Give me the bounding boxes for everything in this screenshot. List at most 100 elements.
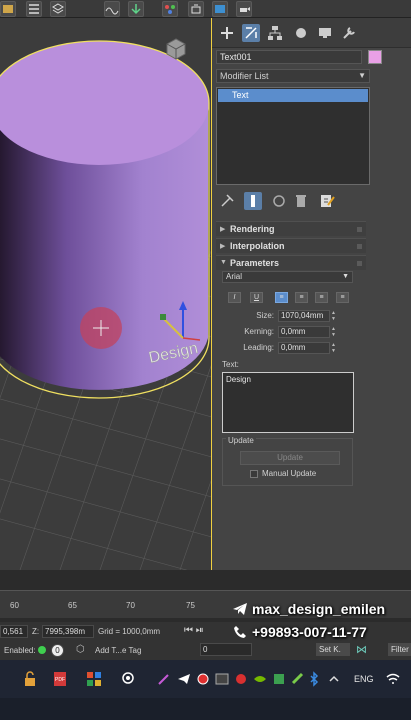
size-spinner[interactable]: 1070,04mm <box>278 310 330 322</box>
telegram-handle-overlay: max_design_emilen <box>232 601 411 617</box>
render-icon[interactable] <box>236 1 252 17</box>
render-setup-icon[interactable] <box>188 1 204 17</box>
status-bar: Enabled: 0 ⬡ Add T...e Tag 0 Set K. ⋈ Fi… <box>0 640 411 660</box>
viewport-scene[interactable]: Design <box>0 18 212 570</box>
language-indicator[interactable]: ENG <box>354 674 374 684</box>
list-icon[interactable] <box>26 1 42 17</box>
show-hidden-icon[interactable] <box>326 671 342 687</box>
rollout-interpolation-title: Interpolation <box>230 241 285 251</box>
remove-modifier-icon[interactable] <box>292 192 310 210</box>
wifi-icon[interactable] <box>385 671 401 687</box>
curve-editor-icon[interactable] <box>104 1 120 17</box>
enabled-count: 0 <box>51 644 64 657</box>
make-unique-icon[interactable] <box>270 192 288 210</box>
material-editor-icon[interactable] <box>162 1 178 17</box>
main-toolbar <box>0 0 411 18</box>
update-button[interactable]: Update <box>240 451 340 465</box>
justify-icon[interactable]: ≡ <box>336 292 349 303</box>
z-label: Z: <box>32 627 40 636</box>
spinner-arrows-icon[interactable]: ▲ ▼ <box>331 326 337 338</box>
timeline-tick: 60 <box>10 601 19 610</box>
spinner-arrows-icon[interactable]: ▲ ▼ <box>331 310 337 322</box>
rollout-parameters-title: Parameters <box>230 258 280 268</box>
x-coordinate-field[interactable]: 0,561 <box>0 625 28 638</box>
key-filter-icon[interactable]: ⋈ <box>356 643 367 656</box>
rollout-rendering[interactable]: ▶ Rendering <box>216 221 366 236</box>
manual-update-checkbox[interactable] <box>250 470 258 478</box>
hierarchy-tab-icon[interactable] <box>266 24 284 42</box>
object-name-field[interactable]: Text001 <box>216 50 362 64</box>
kerning-label: Kerning: <box>244 327 274 336</box>
text-input[interactable]: Design <box>222 372 354 433</box>
pen-icon[interactable] <box>156 671 172 687</box>
underline-button[interactable]: U <box>250 292 263 303</box>
add-time-tag[interactable]: Add T...e Tag <box>95 646 141 655</box>
perspective-viewport[interactable]: Design <box>0 18 212 570</box>
layers-icon[interactable] <box>50 1 66 17</box>
display-tab-icon[interactable] <box>316 24 334 42</box>
rollout-dot <box>357 244 362 249</box>
handle-text: max_design_emilen <box>252 601 386 617</box>
schematic-icon[interactable] <box>128 1 144 17</box>
utilities-tab-icon[interactable] <box>340 24 358 42</box>
bluetooth-icon[interactable] <box>306 671 322 687</box>
leading-spinner[interactable]: 0,0mm <box>278 342 330 354</box>
lock-icon[interactable] <box>22 671 38 687</box>
font-dropdown[interactable]: Arial ▼ <box>222 271 353 283</box>
rollout-dot <box>357 261 362 266</box>
modifier-stack[interactable]: Text <box>216 87 370 185</box>
key-filters-button[interactable]: Filter <box>388 643 411 656</box>
chevron-down-icon: ▼ <box>342 273 349 280</box>
kerning-spinner[interactable]: 0,0mm <box>278 326 330 338</box>
timeline-tick: 65 <box>68 601 77 610</box>
rollout-parameters[interactable]: ▼ Parameters <box>216 255 366 270</box>
playback-controls-icon[interactable]: ⏮ ⏯ <box>184 625 204 636</box>
modify-tab-icon[interactable] <box>242 24 260 42</box>
size-label: Size: <box>256 311 274 320</box>
z-coordinate-field[interactable]: 7995,398m <box>42 625 94 638</box>
pdf-reader-icon[interactable]: PDF <box>52 671 68 687</box>
modifier-list-dropdown[interactable]: Modifier List ▼ <box>216 69 370 83</box>
expand-arrow-icon: ▶ <box>220 226 226 233</box>
webcam-icon[interactable] <box>120 671 136 687</box>
chevron-down-icon: ▼ <box>358 71 366 80</box>
align-center-icon[interactable]: ≡ <box>295 292 308 303</box>
rollout-dot <box>357 227 362 232</box>
utility-icon[interactable] <box>290 671 306 687</box>
creative-cloud-icon[interactable] <box>233 671 249 687</box>
grid-size-label: Grid = 1000,0mm <box>98 627 161 636</box>
leading-label: Leading: <box>243 343 274 352</box>
update-group-label: Update <box>226 436 256 445</box>
spinner-arrows-icon[interactable]: ▲ ▼ <box>331 342 337 354</box>
align-right-icon[interactable]: ≡ <box>315 292 328 303</box>
current-frame-field[interactable]: 0 <box>200 643 252 656</box>
phone-text: +99893-007-11-77 <box>252 624 367 640</box>
configure-sets-icon[interactable] <box>318 192 336 210</box>
enabled-indicator-icon <box>38 646 46 654</box>
cc-icon[interactable] <box>214 671 230 687</box>
motion-tab-icon[interactable] <box>292 24 310 42</box>
show-end-result-icon[interactable] <box>244 192 262 210</box>
windows-taskbar: PDF ENG <box>0 660 411 698</box>
stack-tools <box>212 190 411 212</box>
align-left-icon[interactable]: ≡ <box>275 292 288 303</box>
create-tab-icon[interactable] <box>218 24 236 42</box>
command-panel-tabs <box>212 18 411 48</box>
telegram-icon[interactable] <box>176 671 192 687</box>
set-key-button[interactable]: Set K. <box>316 643 350 656</box>
object-color-swatch[interactable] <box>368 50 382 64</box>
expand-arrow-icon: ▶ <box>220 243 226 250</box>
toolbar-app-icon[interactable] <box>0 1 16 17</box>
stack-item-text[interactable]: Text <box>218 89 368 102</box>
tag-icon: ⬡ <box>76 644 85 655</box>
rollout-interpolation[interactable]: ▶ Interpolation <box>216 238 366 253</box>
record-icon[interactable] <box>195 671 211 687</box>
phone-overlay: +99893-007-11-77 <box>232 624 411 640</box>
italic-button[interactable]: I <box>228 292 241 303</box>
nvidia-icon[interactable] <box>252 671 268 687</box>
rendered-frame-icon[interactable] <box>212 1 228 17</box>
green-app-icon[interactable] <box>271 671 287 687</box>
timeline-tick: 70 <box>126 601 135 610</box>
office-app-icon[interactable] <box>86 671 102 687</box>
pin-stack-icon[interactable] <box>218 192 236 210</box>
